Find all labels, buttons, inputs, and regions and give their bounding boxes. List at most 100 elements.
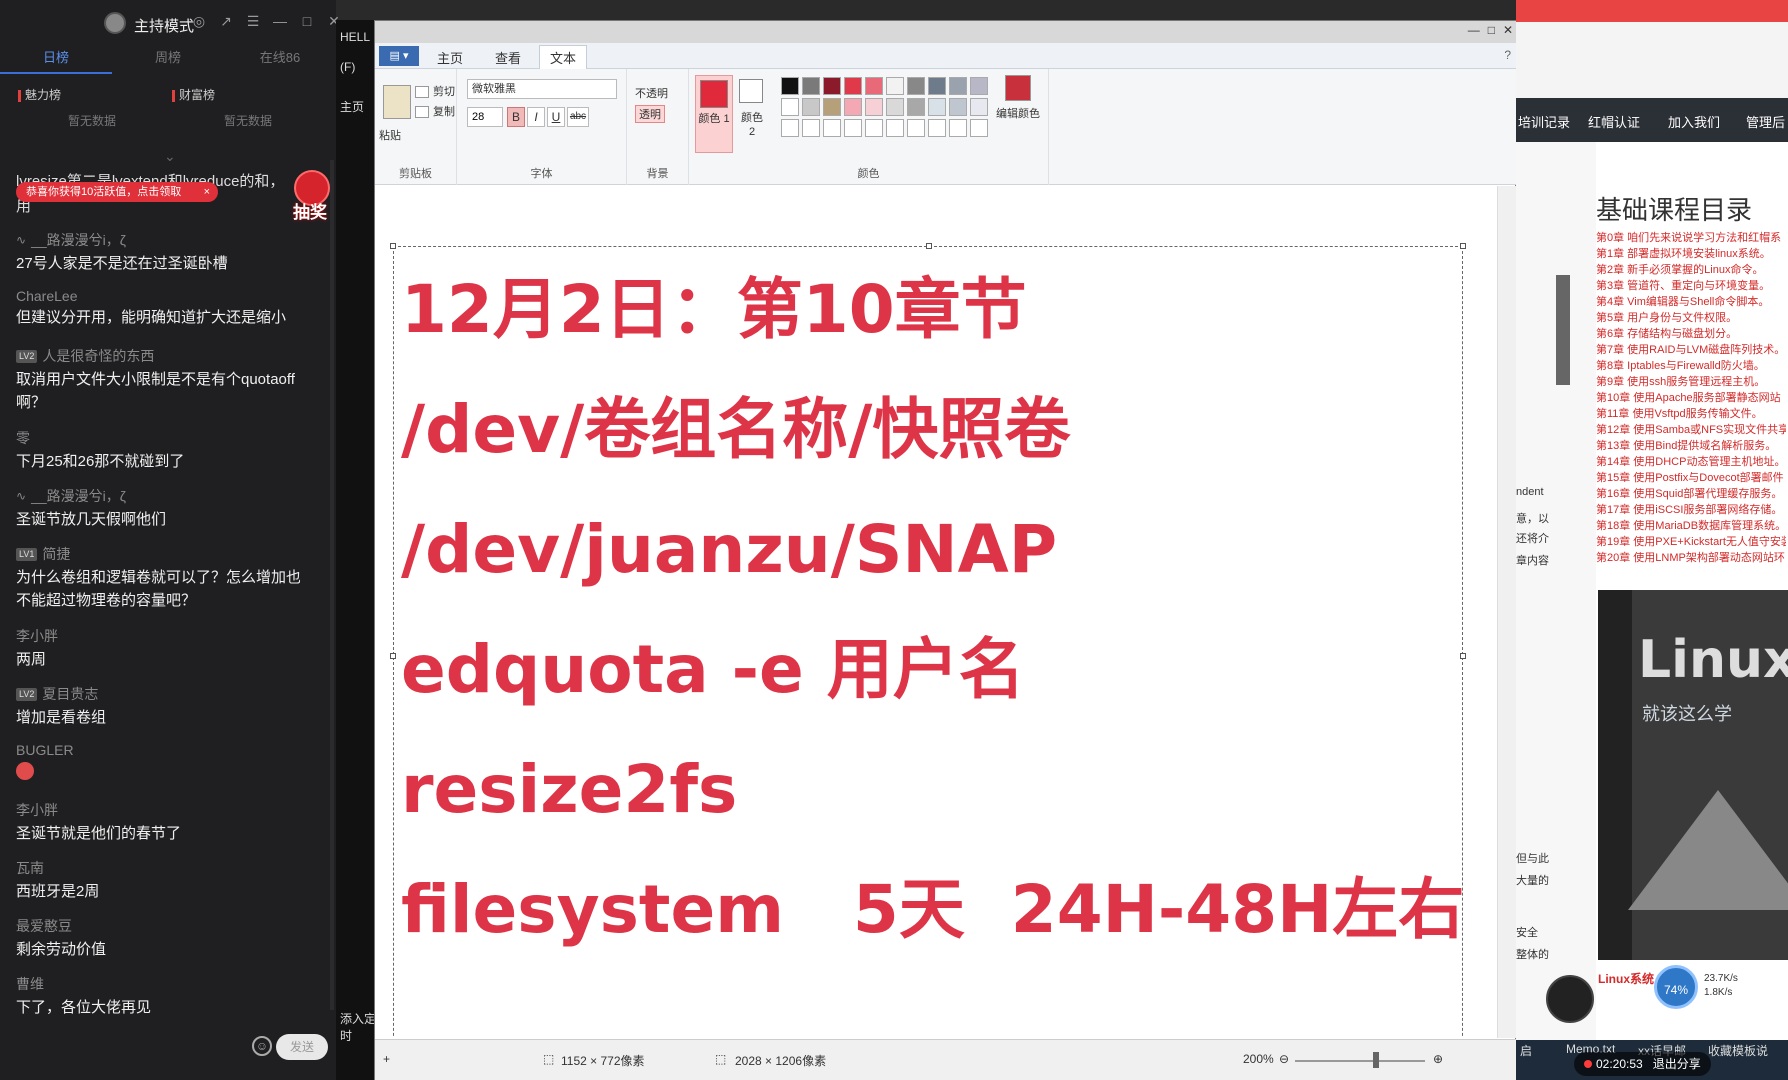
palette-swatch[interactable] <box>928 98 946 116</box>
maximize-icon[interactable]: □ <box>298 12 316 30</box>
book-cover[interactable]: Linux 就该这么学 <box>1598 590 1788 960</box>
message-user[interactable]: 零 <box>16 428 30 448</box>
external-link-icon[interactable]: ↗ <box>217 12 235 30</box>
palette-swatch[interactable] <box>865 98 883 116</box>
tab-home[interactable]: 主页 <box>437 48 463 67</box>
course-item[interactable]: 第20章 使用LNMP架构部署动态网站环 <box>1596 550 1786 566</box>
transparent-option[interactable]: 透明 <box>635 105 665 123</box>
bold-button[interactable]: B <box>507 107 525 127</box>
tab-view[interactable]: 查看 <box>495 48 521 67</box>
zoom-in-icon[interactable]: ⊕ <box>1433 1052 1443 1066</box>
settings-icon[interactable]: ◎ <box>190 12 208 30</box>
palette-swatch[interactable] <box>781 98 799 116</box>
tab-weekly[interactable]: 周榜 <box>112 46 224 74</box>
palette-swatch[interactable] <box>802 77 820 95</box>
palette-swatch[interactable] <box>823 98 841 116</box>
font-family-select[interactable]: 微软雅黑 <box>467 79 617 99</box>
zoom-slider[interactable] <box>1295 1060 1425 1062</box>
zoom-slider-thumb[interactable] <box>1373 1052 1379 1068</box>
message-user[interactable]: 李小胖 <box>16 800 58 820</box>
message-user[interactable]: ChareLee <box>16 288 78 304</box>
wealth-board[interactable]: 财富榜 <box>172 86 215 103</box>
tab-online[interactable]: 在线86 <box>224 46 336 74</box>
palette-swatch[interactable] <box>949 77 967 95</box>
course-item[interactable]: 第4章 Vim编辑器与Shell命令脚本。 <box>1596 294 1786 310</box>
nav-link[interactable]: 加入我们 <box>1668 112 1720 131</box>
palette-swatch[interactable] <box>886 119 904 137</box>
resize-handle[interactable] <box>390 653 396 659</box>
file-menu-button[interactable]: ▤ ▾ <box>379 46 419 66</box>
charm-board[interactable]: 魅力榜 <box>18 86 61 103</box>
help-icon[interactable]: ? <box>1504 48 1511 62</box>
message-user[interactable]: BUGLER <box>16 742 74 758</box>
palette-swatch[interactable] <box>970 98 988 116</box>
message-user[interactable]: __路漫漫兮i，ζ <box>31 230 126 250</box>
course-item[interactable]: 第15章 使用Postfix与Dovecot部署邮件 <box>1596 470 1786 486</box>
underline-button[interactable]: U <box>547 107 565 127</box>
nav-link[interactable]: 管理后 <box>1746 112 1785 131</box>
resize-handle[interactable] <box>926 243 932 249</box>
exit-share-button[interactable]: 退出分享 <box>1653 1052 1701 1076</box>
course-item[interactable]: 第10章 使用Apache服务部署静态网站 <box>1596 390 1786 406</box>
palette-swatch[interactable] <box>781 119 799 137</box>
palette-swatch[interactable] <box>802 119 820 137</box>
copy-button[interactable]: 复制 <box>415 103 455 119</box>
message-user[interactable]: 简捷 <box>42 544 70 564</box>
course-item[interactable]: 第6章 存储结构与磁盘划分。 <box>1596 326 1786 342</box>
course-item[interactable]: 第2章 新手必须掌握的Linux命令。 <box>1596 262 1786 278</box>
palette-swatch[interactable] <box>907 98 925 116</box>
course-item[interactable]: 第7章 使用RAID与LVM磁盘阵列技术。 <box>1596 342 1786 358</box>
palette-swatch[interactable] <box>865 119 883 137</box>
nav-link[interactable]: 培训记录 <box>1518 112 1570 131</box>
reward-toast[interactable]: 恭喜你获得10活跃值，点击领取 × <box>16 182 218 202</box>
palette-swatch[interactable] <box>970 77 988 95</box>
palette-swatch[interactable] <box>907 119 925 137</box>
palette-swatch[interactable] <box>949 98 967 116</box>
course-item[interactable]: 第1章 部署虚拟环境安装linux系统。 <box>1596 246 1786 262</box>
palette-swatch[interactable] <box>823 77 841 95</box>
close-icon[interactable]: ✕ <box>1503 23 1513 37</box>
tab-text[interactable]: 文本 <box>539 45 588 69</box>
host-avatar[interactable] <box>104 12 126 34</box>
course-item[interactable]: 第11章 使用Vsftpd服务传输文件。 <box>1596 406 1786 422</box>
course-item[interactable]: 第0章 咱们先来说说学习方法和红帽系 <box>1596 230 1786 246</box>
zoom-out-icon[interactable]: ⊖ <box>1279 1052 1289 1066</box>
color2-selector[interactable]: 颜色 2 <box>737 75 767 153</box>
drawing-canvas[interactable]: 12月2日：第10章节 /dev/卷组名称/快照卷 /dev/juanzu/SN… <box>375 186 1497 1038</box>
minimize-icon[interactable]: — <box>271 12 289 30</box>
maximize-icon[interactable]: □ <box>1488 23 1495 37</box>
palette-swatch[interactable] <box>865 77 883 95</box>
message-user[interactable]: 曹维 <box>16 974 44 994</box>
message-user[interactable]: 夏目贵志 <box>42 684 98 704</box>
course-item[interactable]: 第3章 管道符、重定向与环境变量。 <box>1596 278 1786 294</box>
palette-swatch[interactable] <box>949 119 967 137</box>
promo-text[interactable]: Linux系统 <box>1598 970 1654 987</box>
message-user[interactable]: 瓦南 <box>16 858 44 878</box>
palette-swatch[interactable] <box>823 119 841 137</box>
taskbar-item[interactable]: 收藏模板说 <box>1708 1042 1768 1059</box>
paste-icon[interactable] <box>383 85 411 119</box>
palette-swatch[interactable] <box>928 77 946 95</box>
resize-handle[interactable] <box>390 243 396 249</box>
resize-handle[interactable] <box>1460 653 1466 659</box>
palette-swatch[interactable] <box>928 119 946 137</box>
palette-swatch[interactable] <box>844 98 862 116</box>
course-item[interactable]: 第5章 用户身份与文件权限。 <box>1596 310 1786 326</box>
toast-close-icon[interactable]: × <box>204 182 210 202</box>
canvas-scrollbar[interactable] <box>1497 186 1517 1038</box>
palette-swatch[interactable] <box>844 77 862 95</box>
course-item[interactable]: 第16章 使用Squid部署代理缓存服务。 <box>1596 486 1786 502</box>
palette-swatch[interactable] <box>970 119 988 137</box>
cut-button[interactable]: 剪切 <box>415 83 455 99</box>
palette-swatch[interactable] <box>802 98 820 116</box>
message-user[interactable]: 人是很奇怪的东西 <box>42 346 154 366</box>
font-size-select[interactable]: 28 <box>467 107 503 127</box>
menu-icon[interactable]: ☰ <box>244 12 262 30</box>
palette-swatch[interactable] <box>907 77 925 95</box>
course-item[interactable]: 第13章 使用Bind提供域名解析服务。 <box>1596 438 1786 454</box>
message-user[interactable]: __路漫漫兮i，ζ <box>31 486 126 506</box>
course-item[interactable]: 第19章 使用PXE+Kickstart无人值守安装 <box>1596 534 1786 550</box>
nav-link[interactable]: 红帽认证 <box>1588 112 1640 131</box>
network-speed-widget[interactable]: 74% <box>1654 965 1698 1009</box>
course-item[interactable]: 第14章 使用DHCP动态管理主机地址。 <box>1596 454 1786 470</box>
